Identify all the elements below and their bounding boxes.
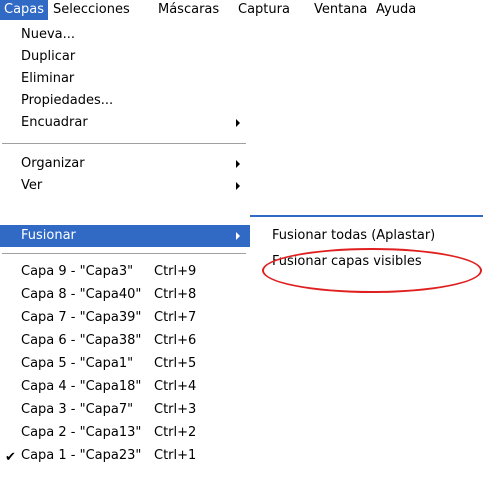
submenu-arrow-icon [236, 232, 240, 240]
menubar-ayuda[interactable]: Ayuda [372, 0, 420, 20]
layer-name: Capa 8 - "Capa40" [21, 287, 142, 302]
layer-name: Capa 4 - "Capa18" [21, 379, 142, 394]
menu-separator [2, 143, 246, 145]
menu-item-layer-7[interactable]: Capa 7 - "Capa39" Ctrl+7 [0, 307, 250, 329]
menu-item-eliminar[interactable]: Eliminar [0, 68, 250, 90]
menubar-selecciones[interactable]: Selecciones [49, 0, 134, 20]
layer-name: Capa 7 - "Capa39" [21, 310, 142, 325]
submenu-arrow-icon [236, 119, 240, 127]
layer-name: Capa 2 - "Capa13" [21, 425, 142, 440]
menu-item-layer-1[interactable]: ✔ Capa 1 - "Capa23" Ctrl+1 [0, 445, 250, 467]
menu-item-fusionar[interactable]: Fusionar [0, 225, 250, 247]
menu-item-label: Propiedades... [21, 93, 114, 108]
layer-shortcut: Ctrl+5 [154, 356, 197, 371]
layer-shortcut: Ctrl+8 [154, 287, 197, 302]
menu-item-label: Organizar [21, 156, 85, 171]
menu-item-layer-2[interactable]: Capa 2 - "Capa13" Ctrl+2 [0, 422, 250, 444]
layer-name: Capa 1 - "Capa23" [21, 448, 142, 463]
menu-item-layer-5[interactable]: Capa 5 - "Capa1" Ctrl+5 [0, 353, 250, 375]
submenu-item-fusionar-todas[interactable]: Fusionar todas (Aplastar) [272, 225, 435, 247]
layer-name: Capa 5 - "Capa1" [21, 356, 134, 371]
menubar-capas[interactable]: Capas [0, 0, 49, 20]
layer-shortcut: Ctrl+4 [154, 379, 197, 394]
menubar-mascaras[interactable]: Máscaras [154, 0, 223, 20]
menu-item-label: Encuadrar [21, 115, 88, 130]
layer-name: Capa 3 - "Capa7" [21, 402, 134, 417]
menu-separator [2, 253, 246, 255]
layer-shortcut: Ctrl+6 [154, 333, 197, 348]
highlight-ellipse [262, 248, 482, 293]
layer-shortcut: Ctrl+3 [154, 402, 197, 417]
capas-menu: Nueva... Duplicar Eliminar Propiedades..… [0, 20, 250, 484]
checkmark-icon: ✔ [5, 450, 16, 465]
layer-name: Capa 6 - "Capa38" [21, 333, 142, 348]
layer-shortcut: Ctrl+2 [154, 425, 197, 440]
menu-item-propiedades[interactable]: Propiedades... [0, 90, 250, 112]
menu-item-label: Nueva... [21, 27, 76, 42]
menu-item-nueva[interactable]: Nueva... [0, 24, 250, 46]
menu-item-layer-9[interactable]: Capa 9 - "Capa3" Ctrl+9 [0, 261, 250, 283]
layer-shortcut: Ctrl+9 [154, 264, 197, 279]
menu-item-duplicar[interactable]: Duplicar [0, 46, 250, 68]
menubar-captura[interactable]: Captura [234, 0, 294, 20]
menu-item-layer-4[interactable]: Capa 4 - "Capa18" Ctrl+4 [0, 376, 250, 398]
submenu-arrow-icon [236, 160, 240, 168]
menu-item-label: Ver [21, 178, 43, 193]
layer-name: Capa 9 - "Capa3" [21, 264, 134, 279]
menu-item-layer-3[interactable]: Capa 3 - "Capa7" Ctrl+3 [0, 399, 250, 421]
menu-item-encuadrar[interactable]: Encuadrar [0, 112, 250, 134]
menubar-ventana[interactable]: Ventana [310, 0, 371, 20]
submenu-arrow-icon [236, 182, 240, 190]
menu-item-layer-6[interactable]: Capa 6 - "Capa38" Ctrl+6 [0, 330, 250, 352]
layer-shortcut: Ctrl+1 [154, 448, 197, 463]
menu-item-label: Fusionar [21, 228, 76, 243]
menu-item-ver[interactable]: Ver [0, 175, 250, 197]
layer-shortcut: Ctrl+7 [154, 310, 197, 325]
menubar: Capas Selecciones Máscaras Captura Venta… [0, 0, 483, 20]
menu-item-label: Duplicar [21, 49, 76, 64]
menu-item-organizar[interactable]: Organizar [0, 153, 250, 175]
menu-item-label: Eliminar [21, 71, 75, 86]
menu-item-layer-8[interactable]: Capa 8 - "Capa40" Ctrl+8 [0, 284, 250, 306]
